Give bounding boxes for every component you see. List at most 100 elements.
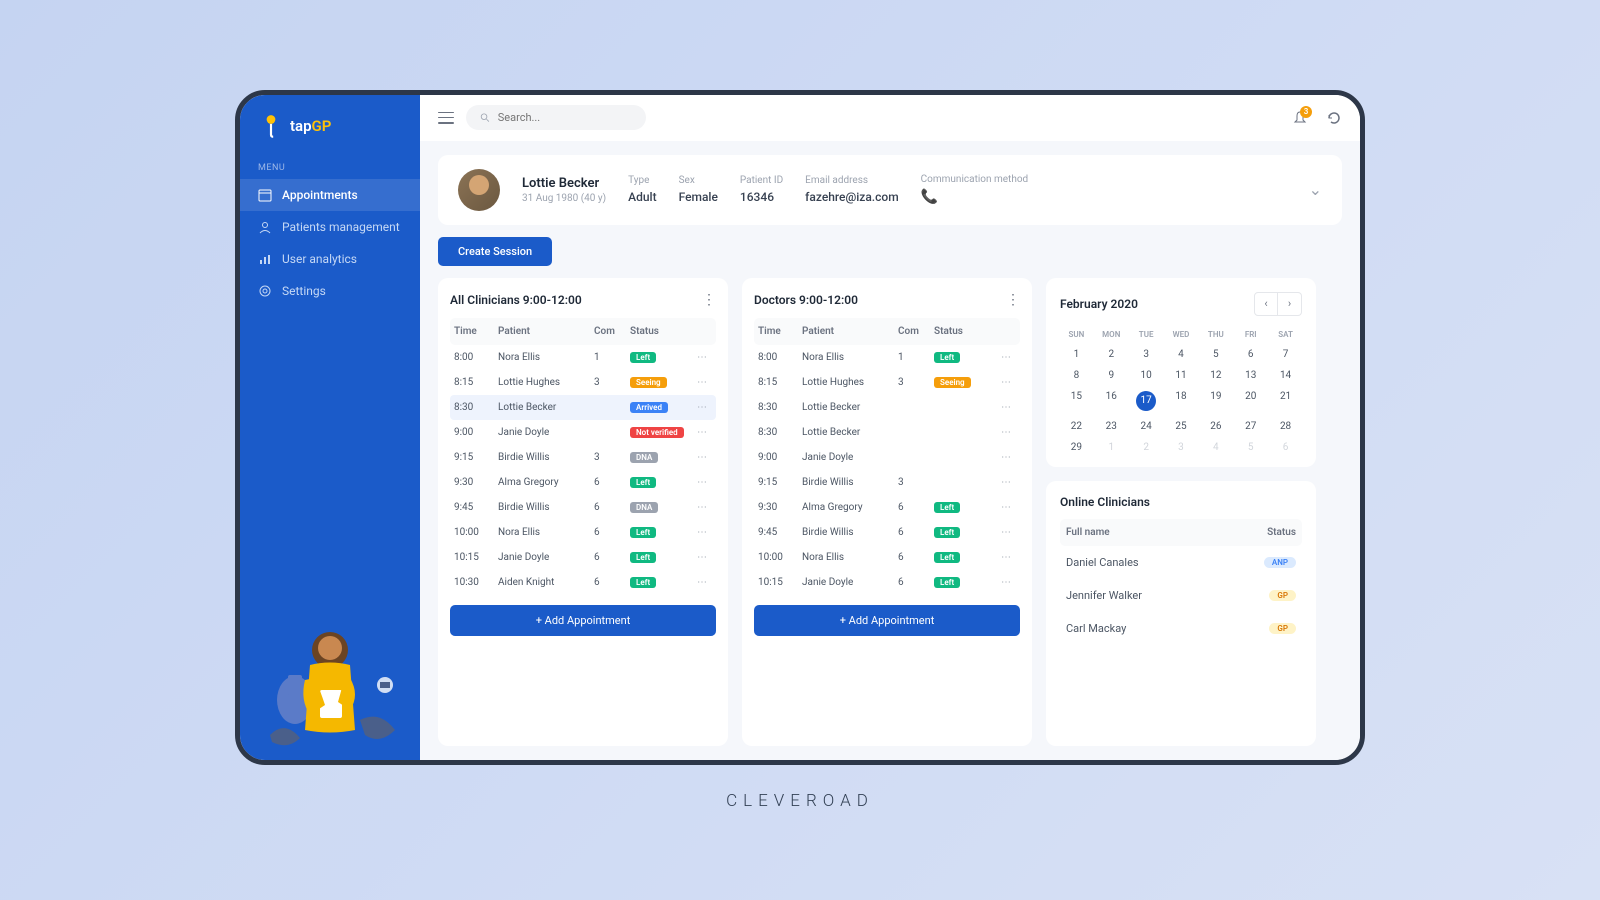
row-more-icon[interactable]: ⋯ <box>996 552 1016 563</box>
table-row[interactable]: 9:30Alma Gregory6Left⋯ <box>754 495 1020 520</box>
sidebar-item-appointments[interactable]: Appointments <box>240 179 420 211</box>
calendar-day[interactable]: 12 <box>1199 366 1232 385</box>
refresh-icon[interactable] <box>1326 110 1342 126</box>
sidebar-item-settings[interactable]: Settings <box>240 275 420 307</box>
calendar-day[interactable]: 21 <box>1269 387 1302 415</box>
calendar-day[interactable]: 27 <box>1234 417 1267 436</box>
row-more-icon[interactable]: ⋯ <box>692 502 712 513</box>
panel-title: Doctors 9:00-12:00 <box>754 293 858 307</box>
row-more-icon[interactable]: ⋯ <box>996 402 1016 413</box>
row-more-icon[interactable]: ⋯ <box>692 402 712 413</box>
calendar-day[interactable]: 28 <box>1269 417 1302 436</box>
calendar-day[interactable]: 4 <box>1199 438 1232 457</box>
hamburger-icon[interactable] <box>438 112 454 124</box>
row-more-icon[interactable]: ⋯ <box>996 527 1016 538</box>
table-row[interactable]: 10:30Aiden Knight6Left⋯ <box>450 570 716 595</box>
calendar-day[interactable]: 16 <box>1095 387 1128 415</box>
table-row[interactable]: 9:45Birdie Willis6Left⋯ <box>754 520 1020 545</box>
app-frame: tapGP MENU Appointments Patients managem… <box>235 90 1365 765</box>
calendar-day[interactable]: 9 <box>1095 366 1128 385</box>
calendar-day[interactable]: 2 <box>1095 345 1128 364</box>
calendar-day[interactable]: 8 <box>1060 366 1093 385</box>
row-more-icon[interactable]: ⋯ <box>996 427 1016 438</box>
notifications-button[interactable]: 3 <box>1292 110 1308 126</box>
table-row[interactable]: 9:30Alma Gregory6Left⋯ <box>450 470 716 495</box>
table-row[interactable]: 8:30Lottie BeckerArrived⋯ <box>450 395 716 420</box>
content-area: Lottie Becker 31 Aug 1980 (40 y) Type Ad… <box>420 141 1360 760</box>
table-row[interactable]: 9:15Birdie Willis3DNA⋯ <box>450 445 716 470</box>
calendar-next-button[interactable]: › <box>1278 292 1302 316</box>
create-session-button[interactable]: Create Session <box>438 237 552 266</box>
sidebar-item-analytics[interactable]: User analytics <box>240 243 420 275</box>
table-row[interactable]: 8:15Lottie Hughes3Seeing⋯ <box>450 370 716 395</box>
table-row[interactable]: 8:00Nora Ellis1Left⋯ <box>450 345 716 370</box>
table-row[interactable]: 10:00Nora Ellis6Left⋯ <box>754 545 1020 570</box>
row-more-icon[interactable]: ⋯ <box>692 577 712 588</box>
calendar-day[interactable]: 29 <box>1060 438 1093 457</box>
row-more-icon[interactable]: ⋯ <box>996 352 1016 363</box>
search-field[interactable] <box>498 111 632 124</box>
row-more-icon[interactable]: ⋯ <box>692 377 712 388</box>
calendar-day[interactable]: 1 <box>1095 438 1128 457</box>
calendar-day[interactable]: 23 <box>1095 417 1128 436</box>
table-row[interactable]: 9:15Birdie Willis3⋯ <box>754 470 1020 495</box>
chevron-down-icon[interactable]: ⌄ <box>1309 180 1322 199</box>
calendar-day[interactable]: 5 <box>1234 438 1267 457</box>
calendar-prev-button[interactable]: ‹ <box>1254 292 1278 316</box>
add-appointment-button[interactable]: + Add Appointment <box>450 605 716 636</box>
calendar-day[interactable]: 13 <box>1234 366 1267 385</box>
calendar-day[interactable]: 25 <box>1165 417 1198 436</box>
logo-text: tapGP <box>290 117 331 135</box>
calendar-day[interactable]: 7 <box>1269 345 1302 364</box>
row-more-icon[interactable]: ⋯ <box>996 502 1016 513</box>
row-more-icon[interactable]: ⋯ <box>996 477 1016 488</box>
calendar-day[interactable]: 6 <box>1269 438 1302 457</box>
table-row[interactable]: 9:00Janie Doyle⋯ <box>754 445 1020 470</box>
more-icon[interactable]: ⋮ <box>702 292 716 308</box>
calendar-day[interactable]: 4 <box>1165 345 1198 364</box>
row-more-icon[interactable]: ⋯ <box>692 352 712 363</box>
row-more-icon[interactable]: ⋯ <box>996 577 1016 588</box>
calendar-day[interactable]: 3 <box>1165 438 1198 457</box>
row-more-icon[interactable]: ⋯ <box>996 452 1016 463</box>
calendar-day[interactable]: 15 <box>1060 387 1093 415</box>
table-row[interactable]: 10:15Janie Doyle6Left⋯ <box>450 545 716 570</box>
calendar-day[interactable]: 17 <box>1130 387 1163 415</box>
users-icon <box>258 220 272 234</box>
table-row[interactable]: 8:30Lottie Becker⋯ <box>754 420 1020 445</box>
calendar-day[interactable]: 11 <box>1165 366 1198 385</box>
row-more-icon[interactable]: ⋯ <box>692 427 712 438</box>
calendar-day[interactable]: 19 <box>1199 387 1232 415</box>
add-appointment-button[interactable]: + Add Appointment <box>754 605 1020 636</box>
calendar-day[interactable]: 22 <box>1060 417 1093 436</box>
row-more-icon[interactable]: ⋯ <box>692 452 712 463</box>
table-row[interactable]: 9:45Birdie Willis6DNA⋯ <box>450 495 716 520</box>
row-more-icon[interactable]: ⋯ <box>692 477 712 488</box>
calendar-day[interactable]: 14 <box>1269 366 1302 385</box>
calendar-day[interactable]: 6 <box>1234 345 1267 364</box>
search-input[interactable] <box>466 105 646 130</box>
table-row[interactable]: 8:15Lottie Hughes3Seeing⋯ <box>754 370 1020 395</box>
row-more-icon[interactable]: ⋯ <box>996 377 1016 388</box>
calendar-day[interactable]: 5 <box>1199 345 1232 364</box>
table-row[interactable]: 8:00Nora Ellis1Left⋯ <box>754 345 1020 370</box>
sidebar-item-patients[interactable]: Patients management <box>240 211 420 243</box>
table-row[interactable]: 9:00Janie DoyleNot verified⋯ <box>450 420 716 445</box>
calendar-day[interactable]: 1 <box>1060 345 1093 364</box>
row-more-icon[interactable]: ⋯ <box>692 527 712 538</box>
calendar-day[interactable]: 20 <box>1234 387 1267 415</box>
table-row[interactable]: 10:00Nora Ellis6Left⋯ <box>450 520 716 545</box>
row-more-icon[interactable]: ⋯ <box>692 552 712 563</box>
calendar-day[interactable]: 18 <box>1165 387 1198 415</box>
clinician-row[interactable]: Carl MackayGP <box>1060 612 1302 645</box>
calendar-day[interactable]: 3 <box>1130 345 1163 364</box>
calendar-day[interactable]: 2 <box>1130 438 1163 457</box>
table-row[interactable]: 10:15Janie Doyle6Left⋯ <box>754 570 1020 595</box>
clinician-row[interactable]: Jennifer WalkerGP <box>1060 579 1302 612</box>
more-icon[interactable]: ⋮ <box>1006 292 1020 308</box>
calendar-day[interactable]: 10 <box>1130 366 1163 385</box>
calendar-day[interactable]: 24 <box>1130 417 1163 436</box>
table-row[interactable]: 8:30Lottie Becker⋯ <box>754 395 1020 420</box>
clinician-row[interactable]: Daniel CanalesANP <box>1060 546 1302 579</box>
calendar-day[interactable]: 26 <box>1199 417 1232 436</box>
